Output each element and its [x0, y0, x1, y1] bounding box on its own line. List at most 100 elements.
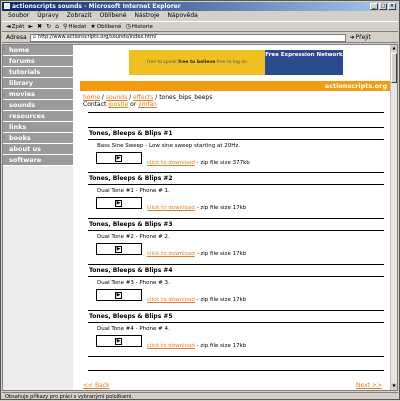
sidebar-item-books[interactable]: books — [3, 133, 73, 144]
ad-banner[interactable]: free to speak free to believe free to lo… — [129, 50, 343, 75]
close-button[interactable]: × — [388, 3, 396, 10]
site-header-bar: actionscripts.org — [80, 81, 390, 91]
minimize-button[interactable]: _ — [370, 3, 378, 10]
sidebar-item-movies[interactable]: movies — [3, 89, 73, 100]
favorites-button[interactable]: ★ Oblíbené — [90, 23, 121, 30]
section-desc: Bass Sine Sweep - Low sine sweep startin… — [97, 143, 241, 149]
scroll-thumb[interactable] — [391, 53, 397, 83]
home-button[interactable]: ⌂ — [55, 23, 59, 30]
menu-tools[interactable]: Nástroje — [134, 11, 159, 20]
breadcrumb-effects[interactable]: effects — [133, 94, 153, 101]
page-viewport: home forums tutorials library movies sou… — [2, 44, 398, 391]
breadcrumb: home / sounds / effects / tones_bips_bee… — [83, 94, 213, 101]
sidebar-item-forums[interactable]: forums — [3, 56, 73, 67]
menu-view[interactable]: Zobrazit — [67, 11, 92, 20]
history-button[interactable]: ◷ Historie — [125, 23, 152, 30]
divider — [88, 172, 384, 173]
sidebar-item-resources[interactable]: resources — [3, 111, 73, 122]
contact-link-jimfan[interactable]: jimfan — [138, 101, 157, 108]
breadcrumb-sounds[interactable]: sounds — [106, 94, 127, 101]
star-icon: ★ — [90, 23, 96, 30]
section-title: Tones, Bleeps & Blips #5 — [89, 313, 173, 320]
play-button[interactable]: ▶ — [115, 292, 122, 299]
sidebar-item-tutorials[interactable]: tutorials — [3, 67, 73, 78]
section-title: Tones, Bleeps & Blips #3 — [89, 221, 173, 228]
section-desc: Dual Tone #2 - Phone # 2. — [97, 234, 170, 240]
play-button[interactable]: ▶ — [115, 155, 122, 162]
sidebar-item-library[interactable]: library — [3, 78, 73, 89]
section-desc: Dual Tone #1 - Phone # 1. — [97, 188, 170, 194]
download-link[interactable]: click to download — [147, 343, 195, 349]
divider — [88, 127, 384, 128]
ie-icon — [4, 3, 10, 9]
divider — [88, 370, 384, 371]
address-url: http://www.actionscripts.org/sounds/inde… — [38, 34, 157, 40]
audio-player: ▶ — [96, 152, 142, 164]
back-arrow-icon: ◄ — [6, 23, 11, 30]
download-row: click to download - zip file size 377kb — [147, 160, 250, 166]
section-title: Tones, Bleeps & Blips #2 — [89, 175, 173, 182]
section-title: Tones, Bleeps & Blips #4 — [89, 267, 173, 274]
vertical-scrollbar[interactable]: ▲ ▼ — [390, 45, 397, 390]
status-bar: Obsahuje příkazy pro práci s vybranými p… — [2, 392, 398, 400]
section-title: Tones, Bleeps & Blips #1 — [89, 130, 173, 137]
maximize-button[interactable]: □ — [379, 3, 387, 10]
forward-button[interactable]: ► — [28, 23, 33, 30]
page-icon: ▫ — [32, 34, 37, 40]
banner-right: Free Expression Network — [265, 50, 343, 75]
main-content: free to speak free to believe free to lo… — [80, 45, 390, 390]
divider — [88, 230, 384, 231]
next-link[interactable]: Next >> — [356, 382, 382, 389]
refresh-button[interactable]: ↻ — [46, 23, 51, 30]
menu-edit[interactable]: Úpravy — [37, 11, 58, 20]
go-button[interactable]: ➜ Přejít — [350, 34, 371, 41]
address-input[interactable]: ▫ http://www.actionscripts.org/sounds/in… — [29, 33, 346, 42]
play-button[interactable]: ▶ — [115, 200, 122, 207]
sidebar-item-links[interactable]: links — [3, 122, 73, 133]
menu-favorites[interactable]: Oblíbené — [100, 11, 127, 20]
play-button[interactable]: ▶ — [115, 338, 122, 345]
play-button[interactable]: ▶ — [115, 246, 122, 253]
divider — [88, 322, 384, 323]
download-link[interactable]: click to download — [147, 160, 195, 166]
address-label: Adresa — [6, 34, 27, 41]
sidebar: home forums tutorials library movies sou… — [3, 45, 73, 390]
window-title: actionscripts sounds - Microsoft Interne… — [12, 3, 181, 10]
sidebar-item-sounds[interactable]: sounds — [3, 100, 73, 111]
history-icon: ◷ — [125, 23, 131, 30]
download-link[interactable]: click to download — [147, 251, 195, 257]
back-button[interactable]: ◄ Zpět — [6, 23, 24, 30]
menu-help[interactable]: Nápověda — [167, 11, 197, 20]
menu-file[interactable]: Soubor — [8, 11, 29, 20]
sidebar-item-software[interactable]: software — [3, 155, 73, 166]
contact-link-jpostie[interactable]: jpostie — [108, 101, 128, 108]
refresh-icon: ↻ — [46, 23, 52, 30]
divider — [88, 356, 384, 357]
divider — [88, 310, 384, 311]
audio-player: ▶ — [96, 197, 142, 209]
breadcrumb-home[interactable]: home — [83, 94, 100, 101]
site-name: actionscripts.org — [324, 82, 387, 90]
download-link[interactable]: click to download — [147, 297, 195, 303]
download-row: click to download - zip file size 17kb — [147, 297, 247, 303]
search-icon: ⚲ — [62, 23, 68, 30]
go-arrow-icon: ➜ — [349, 34, 355, 41]
scroll-down-icon[interactable]: ▼ — [391, 383, 397, 390]
divider — [88, 112, 384, 113]
download-link[interactable]: click to download — [147, 205, 195, 211]
divider — [88, 264, 384, 265]
forward-arrow-icon: ► — [28, 23, 34, 30]
search-button[interactable]: ⚲ Hledat — [63, 23, 86, 30]
audio-player: ▶ — [96, 335, 142, 347]
sidebar-item-about-us[interactable]: about us — [3, 144, 73, 155]
sidebar-item-home[interactable]: home — [3, 45, 73, 56]
home-icon: ⌂ — [55, 23, 59, 30]
download-row: click to download - zip file size 17kb — [147, 251, 247, 257]
scroll-up-icon[interactable]: ▲ — [391, 45, 397, 52]
back-link[interactable]: << Back — [83, 382, 110, 389]
toolbar: ◄ Zpět ► ✖ ↻ ⌂ ⚲ Hledat ★ Oblíbené ◷ Histori… — [2, 21, 398, 32]
address-bar: Adresa ▫ http://www.actionscripts.org/so… — [2, 33, 398, 43]
banner-left: free to speak free to believe free to lo… — [129, 50, 265, 75]
stop-button[interactable]: ✖ — [37, 23, 42, 30]
menu-bar: Soubor Úpravy Zobrazit Oblíbené Nástroje… — [2, 11, 398, 20]
